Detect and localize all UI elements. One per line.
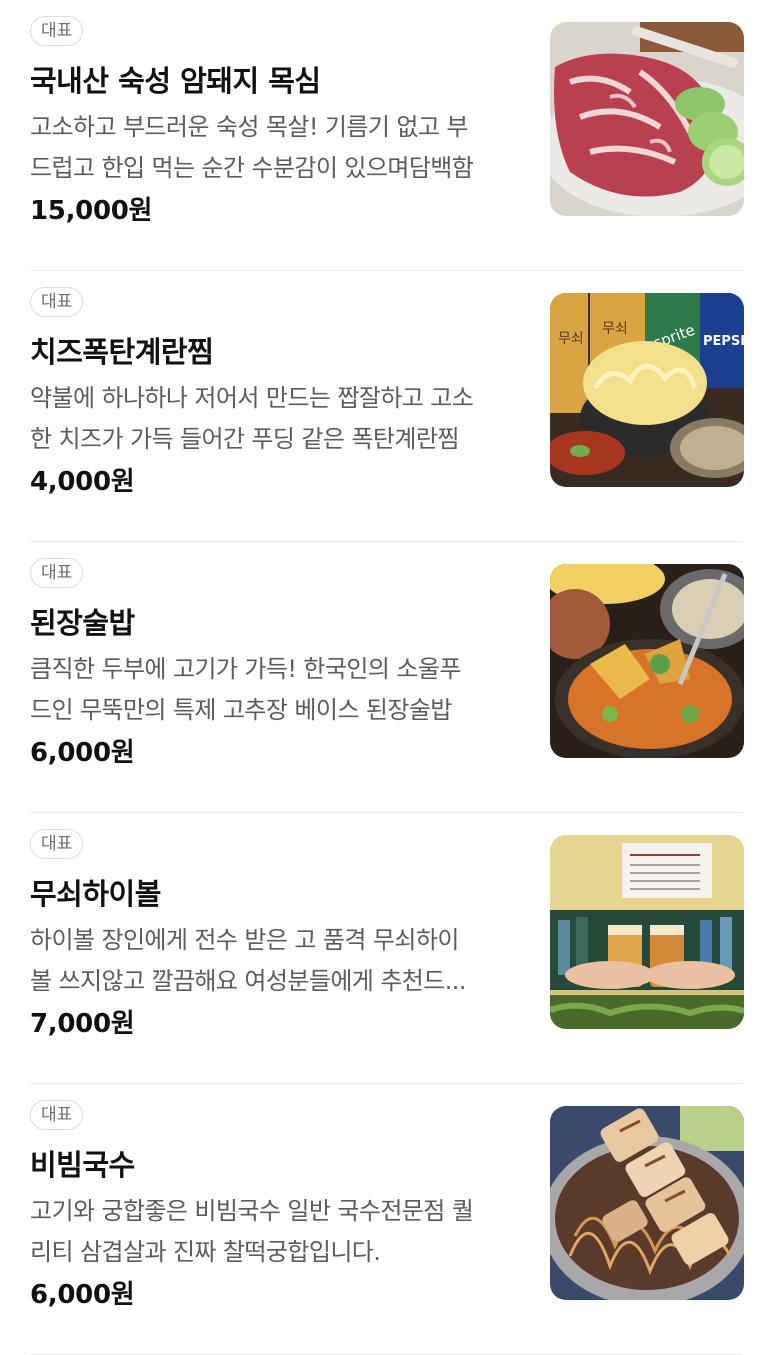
- doenjang-stew-photo[interactable]: [550, 564, 744, 758]
- menu-price: 15,000원: [30, 196, 153, 226]
- menu-description-line: 볼 쓰지않고 깔끔해요 여성분들에게 추천드...: [30, 967, 466, 995]
- menu-description-line: 한 치즈가 가득 들어간 푸딩 같은 폭탄계란찜: [30, 425, 459, 453]
- menu-name: 무쇠하이볼: [30, 877, 161, 911]
- menu-description: 큼직한 두부에 고기가 가득! 한국인의 소울푸 드인 무뚝만의 특제 고추장 …: [30, 649, 520, 731]
- menu-description-line: 큼직한 두부에 고기가 가득! 한국인의 소울푸: [30, 655, 461, 683]
- bibim-noodle-photo[interactable]: [550, 1106, 744, 1300]
- menu-price: 6,000원: [30, 738, 135, 768]
- menu-price: 6,000원: [30, 1280, 135, 1310]
- pork-neck-photo[interactable]: [550, 22, 744, 216]
- bottle-label: 무쇠: [602, 321, 628, 337]
- bottle-label: 무쇠: [558, 331, 584, 347]
- menu-item[interactable]: 대표 된장술밥 큼직한 두부에 고기가 가득! 한국인의 소울푸 드인 무뚝만의…: [0, 542, 773, 813]
- menu-description-line: 리티 삼겹살과 진짜 찰떡궁합입니다.: [30, 1238, 381, 1266]
- menu-item[interactable]: 대표 비빔국수 고기와 궁합좋은 비빔국수 일반 국수전문점 퀄 리티 삼겹살과…: [0, 1084, 773, 1355]
- menu-description-line: 약불에 하나하나 저어서 만드는 짭잘하고 고소: [30, 384, 474, 412]
- menu-name: 비빔국수: [30, 1148, 135, 1182]
- menu-description-line: 고기와 궁합좋은 비빔국수 일반 국수전문점 퀄: [30, 1197, 474, 1225]
- menu-description: 하이볼 장인에게 전수 받은 고 품격 무쇠하이 볼 쓰지않고 깔끔해요 여성분…: [30, 920, 520, 1002]
- menu-name: 치즈폭탄계란찜: [30, 335, 214, 369]
- menu-price: 7,000원: [30, 1009, 135, 1039]
- signature-badge: 대표: [30, 16, 84, 46]
- menu-item[interactable]: 대표 무쇠하이볼 하이볼 장인에게 전수 받은 고 품격 무쇠하이 볼 쓰지않고…: [0, 813, 773, 1084]
- menu-description-line: 드럽고 한입 먹는 순간 수분감이 있으며담백함: [30, 154, 474, 182]
- menu-description-line: 하이볼 장인에게 전수 받은 고 품격 무쇠하이: [30, 926, 459, 954]
- menu-item[interactable]: 대표 치즈폭탄계란찜 약불에 하나하나 저어서 만드는 짭잘하고 고소 한 치즈…: [0, 271, 773, 542]
- menu-description: 고소하고 부드러운 숙성 목살! 기름기 없고 부 드럽고 한입 먹는 순간 수…: [30, 107, 520, 189]
- can-label: PEPSI: [703, 334, 744, 349]
- signature-badge: 대표: [30, 1100, 84, 1130]
- signature-badge: 대표: [30, 829, 84, 859]
- signature-badge: 대표: [30, 287, 84, 317]
- menu-list: 대표 국내산 숙성 암돼지 목심 고소하고 부드러운 숙성 목살! 기름기 없고…: [0, 0, 773, 1355]
- menu-name: 된장술밥: [30, 606, 135, 640]
- menu-price: 4,000원: [30, 467, 135, 497]
- menu-name: 국내산 숙성 암돼지 목심: [30, 64, 321, 98]
- highball-photo[interactable]: [550, 835, 744, 1029]
- signature-badge: 대표: [30, 558, 84, 588]
- menu-description-line: 드인 무뚝만의 특제 고추장 베이스 된장술밥: [30, 696, 452, 724]
- cheese-egg-photo[interactable]: 무쇠 무쇠 sprite PEPSI: [550, 293, 744, 487]
- menu-description-line: 고소하고 부드러운 숙성 목살! 기름기 없고 부: [30, 113, 468, 141]
- menu-description: 고기와 궁합좋은 비빔국수 일반 국수전문점 퀄 리티 삼겹살과 진짜 찰떡궁합…: [30, 1191, 520, 1273]
- menu-item[interactable]: 대표 국내산 숙성 암돼지 목심 고소하고 부드러운 숙성 목살! 기름기 없고…: [0, 0, 773, 271]
- menu-description: 약불에 하나하나 저어서 만드는 짭잘하고 고소 한 치즈가 가득 들어간 푸딩…: [30, 378, 520, 460]
